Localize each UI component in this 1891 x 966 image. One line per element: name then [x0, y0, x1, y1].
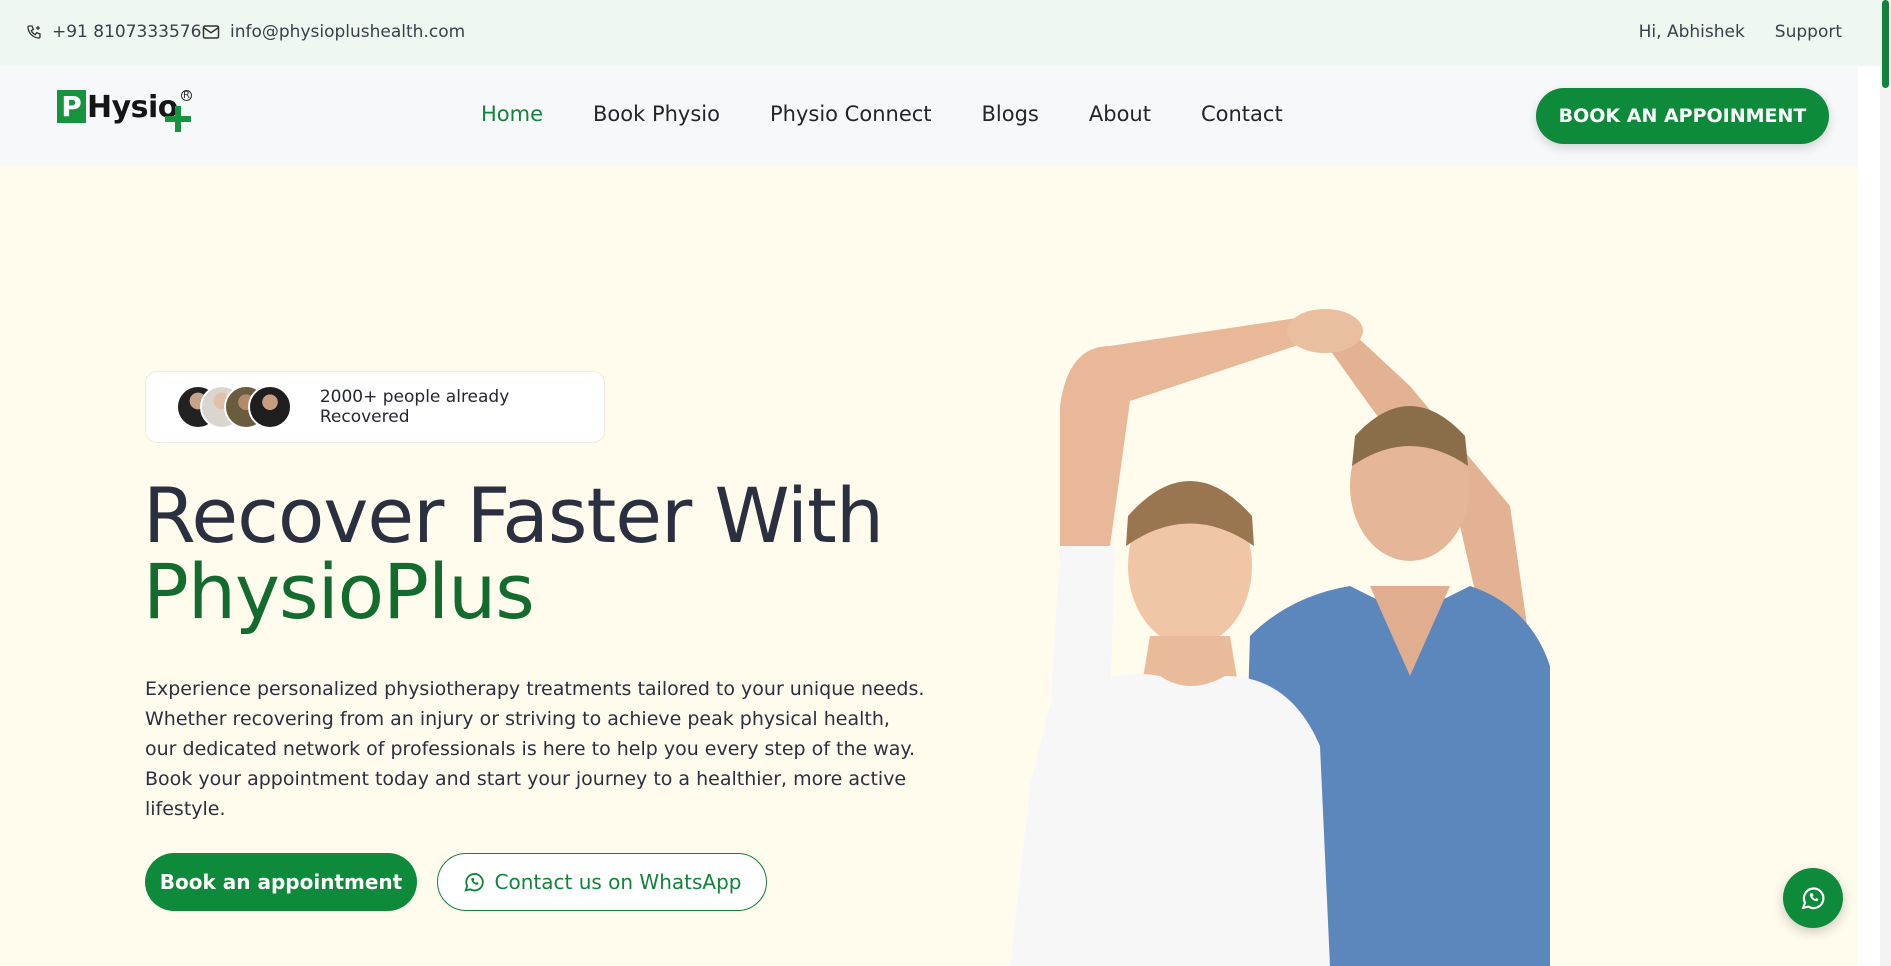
whatsapp-float-button[interactable]: [1783, 868, 1843, 928]
nav-blogs[interactable]: Blogs: [982, 102, 1039, 126]
hero-description: Experience personalized physiotherapy tr…: [145, 678, 925, 820]
physioplus-logo[interactable]: P Hysio R: [57, 88, 197, 148]
nav-menu: Home Book Physio Physio Connect Blogs Ab…: [481, 102, 1283, 126]
page-scrollbar[interactable]: [1880, 0, 1891, 966]
scrollbar-thumb[interactable]: [1882, 0, 1889, 88]
nav-physio-connect[interactable]: Physio Connect: [770, 102, 932, 126]
hero-section: 2000+ people already Recovered Recover F…: [0, 166, 1858, 966]
user-greeting[interactable]: Hi, Abhishek: [1639, 22, 1745, 42]
support-link[interactable]: Support: [1775, 22, 1842, 42]
hero-photo: [1010, 309, 1550, 966]
nav-about[interactable]: About: [1089, 102, 1151, 126]
top-bar: +91 8107333576 info@physioplushealth.com…: [0, 0, 1880, 66]
hero-headline: Recover Faster With PhysioPlus: [143, 478, 884, 636]
main-navbar: P Hysio R Home Book Physio Physio Connec…: [0, 66, 1858, 166]
nav-home[interactable]: Home: [481, 102, 543, 126]
email-address: info@physioplushealth.com: [230, 22, 466, 42]
phone-contact[interactable]: +91 8107333576: [26, 22, 201, 42]
book-appointment-hero-button[interactable]: Book an appointment: [145, 853, 417, 911]
nav-book-physio[interactable]: Book Physio: [593, 102, 720, 126]
avatar: [248, 385, 292, 429]
logo-letter: P: [57, 90, 86, 123]
recovered-badge: 2000+ people already Recovered: [145, 371, 605, 443]
whatsapp-icon: [1801, 887, 1825, 910]
email-contact[interactable]: info@physioplushealth.com: [202, 22, 465, 42]
badge-text: 2000+ people already Recovered: [319, 387, 510, 427]
phone-number: +91 8107333576: [52, 22, 202, 42]
headline-brand: PhysioPlus: [143, 547, 535, 636]
phone-icon: [27, 25, 41, 39]
whatsapp-button-label: Contact us on WhatsApp: [494, 870, 742, 894]
avatar-group: [176, 385, 296, 429]
logo-plus-icon: [165, 106, 191, 132]
mail-icon: [202, 25, 220, 39]
registered-icon: R: [181, 90, 192, 101]
nav-contact[interactable]: Contact: [1201, 102, 1283, 126]
whatsapp-contact-button[interactable]: Contact us on WhatsApp: [437, 853, 767, 911]
whatsapp-icon: [463, 873, 484, 892]
book-appointment-button[interactable]: BOOK AN APPOINMENT: [1536, 88, 1829, 144]
